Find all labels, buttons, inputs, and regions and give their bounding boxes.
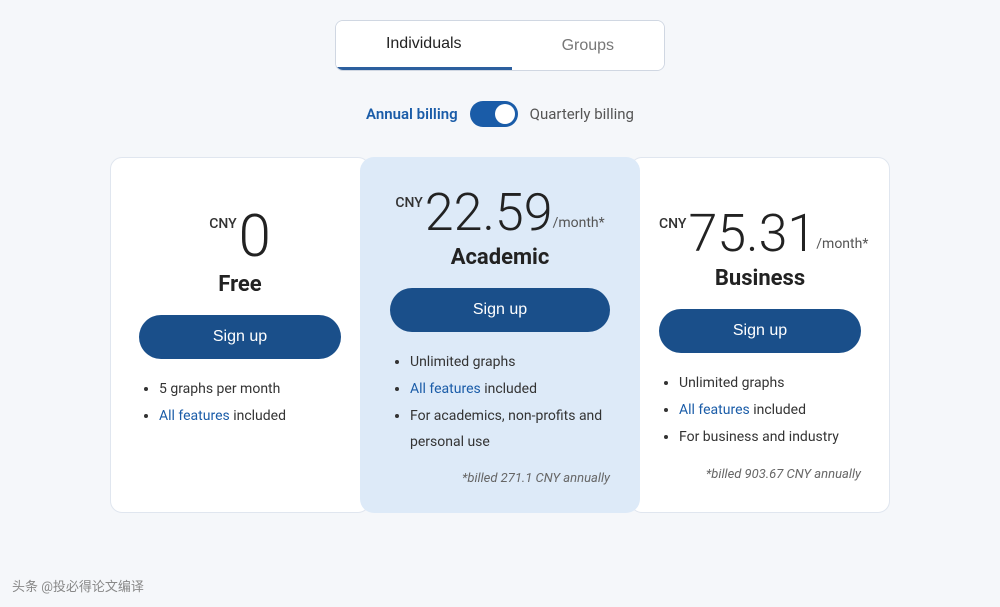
all-features-link-free[interactable]: All features <box>159 408 230 424</box>
quarterly-billing-label: Quarterly billing <box>530 105 634 123</box>
annual-billing-label: Annual billing <box>366 105 458 123</box>
list-item: All features included <box>410 377 610 402</box>
business-billed-note: *billed 903.67 CNY annually <box>659 467 861 482</box>
academic-signup-button[interactable]: Sign up <box>390 288 610 332</box>
academic-currency: CNY <box>395 195 422 211</box>
free-price-area: CNY 0 <box>139 208 341 266</box>
academic-plan-card: CNY 22.59 /month* Academic Sign up Unlim… <box>360 157 640 513</box>
all-features-link-academic[interactable]: All features <box>410 381 481 397</box>
list-item: Unlimited graphs <box>410 350 610 375</box>
free-currency: CNY <box>209 216 236 232</box>
business-currency: CNY <box>659 216 686 232</box>
free-signup-button[interactable]: Sign up <box>139 315 341 359</box>
list-item: 5 graphs per month <box>159 377 341 402</box>
academic-period: /month* <box>553 215 605 231</box>
tabs-container: Individuals Groups <box>335 20 665 71</box>
toggle-track <box>470 101 518 127</box>
list-item: For academics, non-profits and personal … <box>410 404 610 454</box>
business-period: /month* <box>816 236 868 252</box>
billing-row: Annual billing Quarterly billing <box>366 101 634 127</box>
business-price: 75.31 <box>688 208 816 260</box>
billing-toggle[interactable] <box>470 101 518 127</box>
free-plan-card: CNY 0 Free Sign up 5 graphs per month Al… <box>110 157 370 513</box>
free-features-list: 5 graphs per month All features included <box>139 377 341 429</box>
list-item: Unlimited graphs <box>679 371 861 396</box>
academic-plan-name: Academic <box>390 245 610 270</box>
business-price-area: CNY 75.31 /month* <box>659 208 861 260</box>
academic-features-list: Unlimited graphs All features included F… <box>390 350 610 455</box>
business-plan-name: Business <box>659 266 861 291</box>
pricing-cards: CNY 0 Free Sign up 5 graphs per month Al… <box>110 157 890 513</box>
list-item: All features included <box>159 404 341 429</box>
free-price: 0 <box>239 208 271 266</box>
business-plan-card: CNY 75.31 /month* Business Sign up Unlim… <box>630 157 890 513</box>
all-features-link-business[interactable]: All features <box>679 402 750 418</box>
academic-price: 22.59 <box>425 187 553 239</box>
toggle-thumb <box>495 104 515 124</box>
academic-price-area: CNY 22.59 /month* <box>390 187 610 239</box>
business-signup-button[interactable]: Sign up <box>659 309 861 353</box>
academic-billed-note: *billed 271.1 CNY annually <box>390 471 610 486</box>
business-features-list: Unlimited graphs All features included F… <box>659 371 861 451</box>
tab-groups[interactable]: Groups <box>512 21 664 70</box>
tab-individuals[interactable]: Individuals <box>336 21 512 70</box>
list-item: For business and industry <box>679 425 861 450</box>
watermark: 头条 @投必得论文编译 <box>12 576 144 595</box>
free-plan-name: Free <box>139 272 341 297</box>
list-item: All features included <box>679 398 861 423</box>
